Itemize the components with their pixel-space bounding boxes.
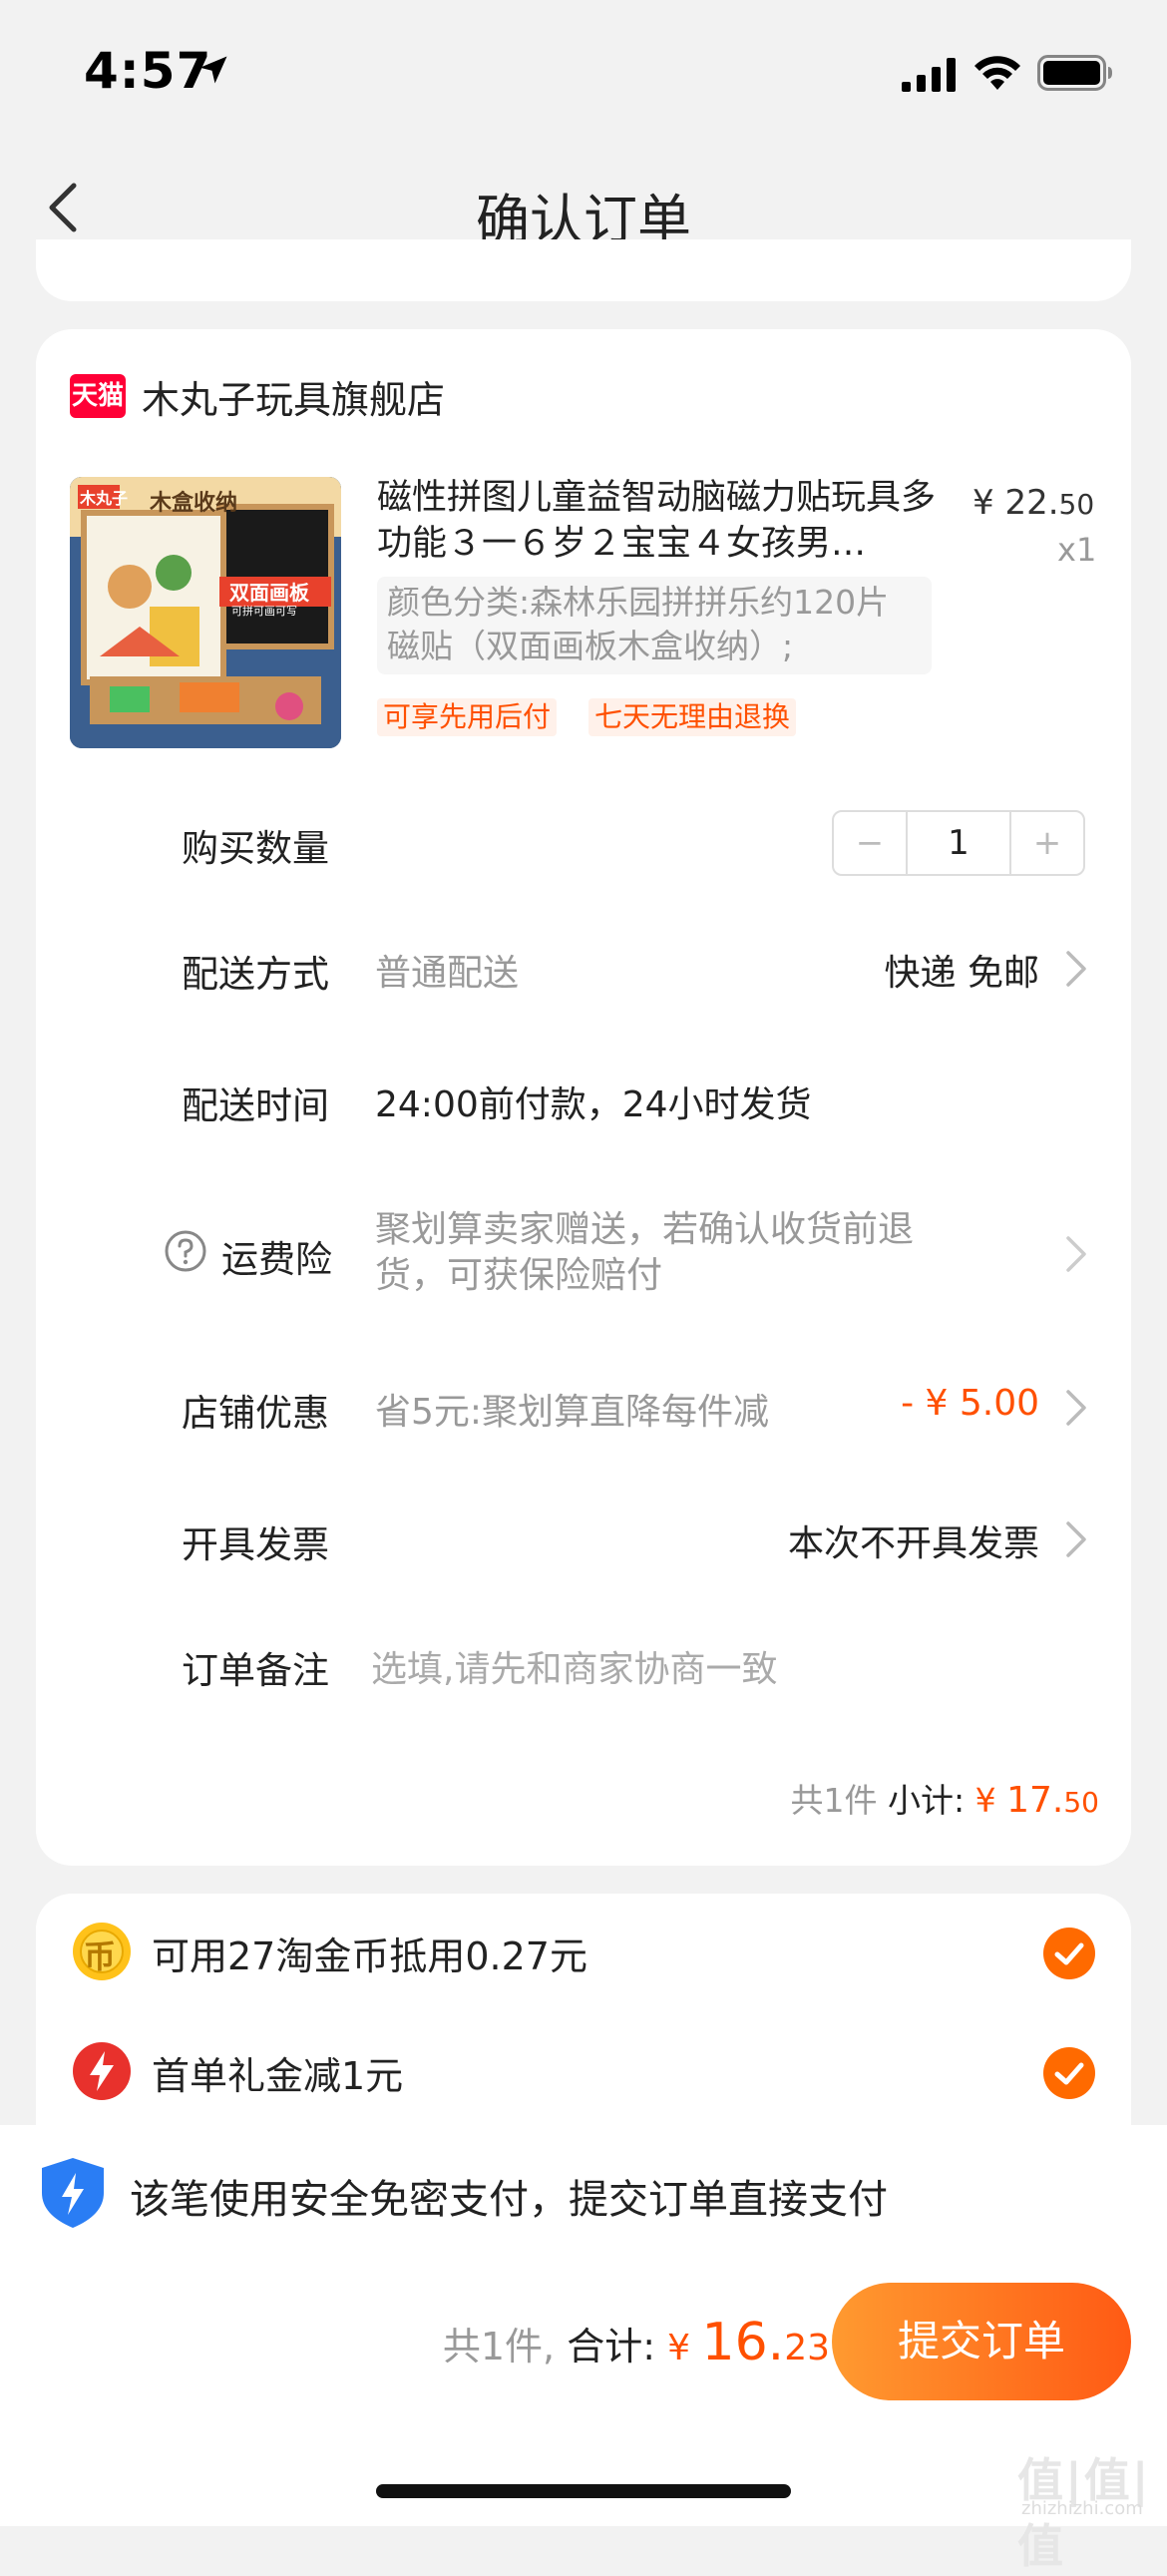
product-spec[interactable]: 颜色分类:森林乐园拼拼乐约120片磁贴（双面画板木盒收纳）; <box>377 577 932 674</box>
product-title[interactable]: 磁性拼图儿童益智动脑磁力贴玩具多功能３一６岁２宝宝４女孩男… <box>377 475 936 567</box>
delivery-time-label: 配送时间 <box>182 1084 329 1127</box>
watermark-url: zhizhizhi.com <box>1021 2498 1143 2519</box>
submit-order-button[interactable]: 提交订单 <box>832 2283 1131 2400</box>
checkmark-icon <box>1054 2062 1084 2085</box>
subtotal-currency: ¥ <box>974 1781 1007 1820</box>
store-discount-amount[interactable]: - ¥ 5.00 <box>901 1383 1039 1424</box>
tag-pay-later: 可享先用后付 <box>377 698 558 736</box>
location-arrow-icon <box>199 56 227 84</box>
taojinbi-text: 可用27淘金币抵用0.27元 <box>152 1934 587 1978</box>
delivery-method[interactable]: 快递 免邮 <box>885 944 1039 996</box>
total-dec: 23 <box>784 2328 830 2368</box>
store-name[interactable]: 木丸子玩具旗舰店 <box>142 369 445 424</box>
total-count: 共1件, <box>442 2325 556 2368</box>
tag-seven-day-return: 七天无理由退换 <box>588 698 797 736</box>
secure-shield-icon <box>42 2158 104 2228</box>
invoice-chevron-icon[interactable] <box>1065 1520 1087 1558</box>
product-quantity: x1 <box>1057 531 1097 569</box>
product-image-board-sub: 可拼可画可写 <box>231 605 297 618</box>
total-currency: ¥ <box>667 2328 702 2368</box>
invoice-value[interactable]: 本次不开具发票 <box>788 1514 1039 1566</box>
tmall-logo: 天猫 <box>70 374 126 418</box>
product-image[interactable]: 木丸子 木盒收纳 双面画板 可拼可画可写 <box>70 477 341 748</box>
product-image-brand: 木丸子 <box>80 489 129 508</box>
quantity-stepper: − 1 + <box>832 810 1085 876</box>
subtotal-int: 17. <box>1006 1780 1064 1821</box>
taojinbi-coin-glyph: 币 <box>84 1937 117 1975</box>
order-total: 共1件, 合计: ¥ 16.23 <box>443 2313 830 2372</box>
store-discount-label: 店铺优惠 <box>182 1392 329 1435</box>
insurance-chevron-icon[interactable] <box>1065 1235 1087 1273</box>
quantity-value[interactable]: 1 <box>908 812 1009 874</box>
product-price-int: ¥ 22. <box>972 483 1059 523</box>
first-order-gift-check[interactable] <box>1043 2047 1095 2099</box>
cellular-signal-icon <box>902 58 956 92</box>
order-note-input[interactable]: 选填,请先和商家协商一致 <box>371 1640 1069 1692</box>
status-time: 4:57 <box>84 42 212 100</box>
total-label: 合计: <box>567 2325 656 2368</box>
store-discount-value: 省5元:聚划算直降每件减 <box>375 1392 770 1433</box>
checkmark-icon <box>1054 1942 1084 1965</box>
subtotal: 共1件 小计: ¥ 17.50 <box>790 1774 1099 1822</box>
invoice-label: 开具发票 <box>182 1523 329 1566</box>
lightning-icon <box>73 2042 131 2100</box>
delivery-label: 配送方式 <box>182 953 329 996</box>
secure-payment-text: 该笔使用安全免密支付，提交订单直接支付 <box>130 2177 888 2223</box>
question-circle-icon[interactable] <box>164 1229 207 1273</box>
product-price: ¥ 22.50 <box>972 483 1094 523</box>
delivery-time-value: 24:00前付款，24小时发货 <box>375 1084 812 1125</box>
product-image-box-label: 木盒收纳 <box>150 491 238 516</box>
quantity-label: 购买数量 <box>182 827 329 870</box>
home-indicator[interactable] <box>376 2484 791 2498</box>
total-int: 16. <box>701 2313 785 2372</box>
delivery-chevron-icon[interactable] <box>1065 950 1087 988</box>
subtotal-count: 共1件 <box>790 1781 878 1820</box>
status-bar: 4:57 <box>0 0 1167 140</box>
product-image-board-label: 双面画板 <box>229 581 309 605</box>
subtotal-label: 小计: <box>887 1781 966 1820</box>
address-card-bottom <box>36 239 1131 301</box>
product-price-dec: 50 <box>1058 488 1095 521</box>
battery-icon <box>1037 55 1112 91</box>
order-note-label: 订单备注 <box>182 1649 329 1692</box>
insurance-value: 聚划算卖家赠送，若确认收货前退货，可获保险赔付 <box>375 1209 915 1296</box>
product-illustration <box>70 477 341 748</box>
quantity-plus-button[interactable]: + <box>1009 812 1083 874</box>
delivery-value: 普通配送 <box>375 953 520 994</box>
discount-chevron-icon[interactable] <box>1065 1389 1087 1427</box>
first-order-gift-text: 首单礼金减1元 <box>152 2054 404 2098</box>
taojinbi-check[interactable] <box>1043 1928 1095 1979</box>
quantity-minus-button[interactable]: − <box>834 812 908 874</box>
subtotal-dec: 50 <box>1063 1786 1099 1819</box>
wifi-icon <box>974 56 1020 90</box>
insurance-label: 运费险 <box>221 1238 332 1281</box>
